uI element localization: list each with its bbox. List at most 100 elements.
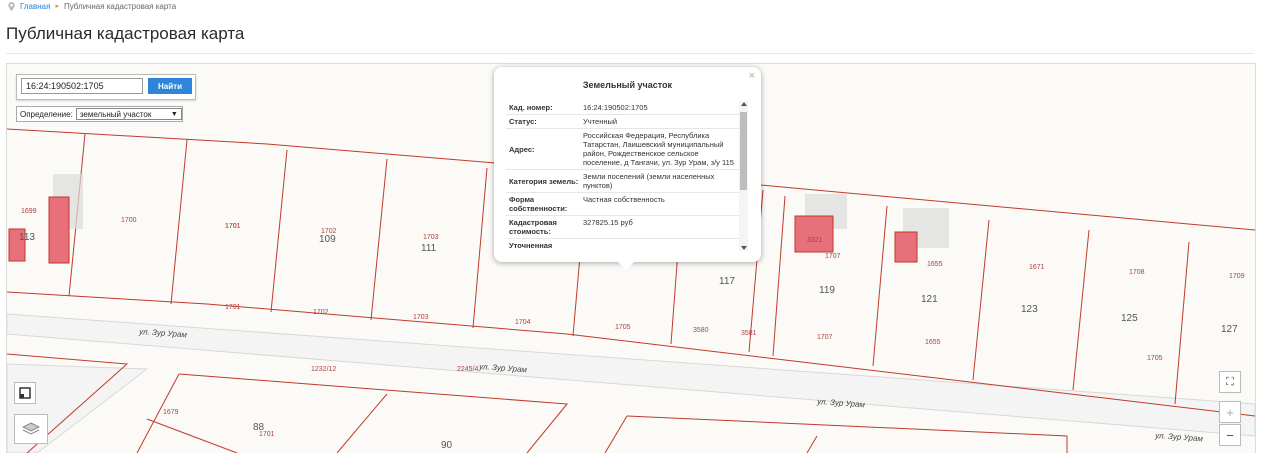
detail-key: Кад. номер: xyxy=(509,103,553,112)
house-number: 117 xyxy=(719,276,735,287)
detail-row: Форма собственности: Частная собственнос… xyxy=(506,193,748,216)
parcel-label: 1703 xyxy=(413,314,429,321)
parcel-label: 1707 xyxy=(817,334,833,341)
parcel-label: 1701 xyxy=(225,223,241,230)
parcel-label: 2245/4 xyxy=(457,366,479,373)
house-number: 127 xyxy=(1221,324,1238,335)
definition-row: Определение: земельный участок ▼ xyxy=(16,106,183,122)
building[interactable] xyxy=(894,231,918,263)
parcel-label: 1655 xyxy=(925,339,941,346)
detail-key: Адрес: xyxy=(509,144,535,154)
plus-icon: + xyxy=(1226,404,1234,420)
detail-value: Частная собственность xyxy=(583,195,665,204)
popup-pointer xyxy=(618,262,634,270)
scrollbar-thumb[interactable] xyxy=(740,112,747,190)
parcel-divider xyxy=(1072,229,1090,391)
popup-title: Земельный участок xyxy=(582,80,673,90)
breadcrumb-current: Публичная кадастровая карта xyxy=(63,1,177,11)
street-label: ул. Зур Урам xyxy=(1154,431,1204,443)
detail-row: Уточненная xyxy=(506,239,748,251)
house-number: 119 xyxy=(819,285,835,296)
parcel-label: 3580 xyxy=(693,327,709,334)
parcel-boundary xyxy=(626,415,1068,453)
popup-details[interactable]: Кад. номер: 16:24:190502:1705 Статус: Уч… xyxy=(506,101,748,251)
definition-label: Определение: xyxy=(20,109,73,119)
parcel-divider xyxy=(806,435,818,453)
detail-key: Статус: xyxy=(509,117,537,126)
detail-row: Статус: Учтенный xyxy=(506,115,748,129)
house-number: 111 xyxy=(421,243,437,254)
cadastral-number-input[interactable] xyxy=(21,78,143,94)
definition-select[interactable]: земельный участок ▼ xyxy=(75,108,182,120)
house-number: 90 xyxy=(441,440,453,451)
breadcrumb-home-link[interactable]: Главная xyxy=(20,2,50,11)
detail-value: 16:24:190502:1705 xyxy=(583,103,648,112)
search-panel: Найти xyxy=(16,74,196,100)
parcel-label: 1701 xyxy=(225,304,241,311)
parcel-label: 1699 xyxy=(21,208,37,215)
parcel-divider xyxy=(972,219,990,381)
breadcrumb: Главная ▸ Публичная кадастровая карта xyxy=(8,0,176,12)
detail-key: Категория земель: xyxy=(509,176,579,186)
detail-key: Форма собственности: xyxy=(509,195,568,213)
find-button[interactable]: Найти xyxy=(148,78,192,94)
detail-row: Кадастровая стоимость: 327825.15 руб xyxy=(506,216,748,239)
parcel-label: 1679 xyxy=(163,409,179,416)
parcel-label: 1655 xyxy=(927,261,943,268)
parcel-divider xyxy=(772,195,786,357)
parcel-label: 1703 xyxy=(423,234,439,241)
parcel-label: 3321 xyxy=(807,237,823,244)
title-divider xyxy=(6,53,1254,54)
parcel-label: 1705 xyxy=(1147,355,1163,362)
parcel-divider xyxy=(1174,241,1190,405)
house-number: 125 xyxy=(1121,313,1138,324)
detail-row: Адрес: Российская Федерация, Республика … xyxy=(506,129,748,170)
expand-icon: ⛶ xyxy=(1226,375,1234,388)
parcel-label: 1704 xyxy=(515,319,531,326)
parcel-info-popup: × Земельный участок Кад. номер: 16:24:19… xyxy=(494,67,761,270)
definition-selected: земельный участок xyxy=(79,109,152,119)
scroll-up-icon[interactable] xyxy=(741,102,747,106)
zoom-in-button[interactable]: + xyxy=(1219,401,1241,423)
scroll-down-icon[interactable] xyxy=(741,246,747,250)
parcel-label: 1708 xyxy=(1129,269,1145,276)
page-title: Публичная кадастровая карта xyxy=(6,24,245,43)
parcel-label: 1700 xyxy=(121,217,137,224)
breadcrumb-separator-icon: ▸ xyxy=(55,3,59,10)
house-number: 88 xyxy=(253,422,265,433)
draw-rectangle-button[interactable] xyxy=(14,382,36,404)
parcel-boundary xyxy=(178,373,568,453)
parcel-label: 1232/12 xyxy=(311,366,336,373)
zoom-out-button[interactable]: − xyxy=(1219,424,1241,446)
layers-icon xyxy=(22,422,40,435)
detail-value: Учтенный xyxy=(583,117,618,126)
house-number: 113 xyxy=(19,232,35,243)
detail-row: Кад. номер: 16:24:190502:1705 xyxy=(506,101,748,115)
detail-value: Земли поселений (земли населенных пункто… xyxy=(583,172,715,190)
detail-value: Российская Федерация, Республика Татарст… xyxy=(583,131,734,167)
house-number: 109 xyxy=(319,234,336,245)
detail-key: Уточненная xyxy=(509,241,553,250)
building[interactable] xyxy=(48,196,70,264)
parcel-divider xyxy=(472,167,488,329)
parcel-label: 3581 xyxy=(741,330,757,337)
detail-value xyxy=(581,239,740,251)
parcel-label: 1671 xyxy=(1029,264,1045,271)
parcel-divider xyxy=(270,149,288,313)
parcel-divider xyxy=(146,418,238,453)
parcel-divider xyxy=(872,205,888,367)
fullscreen-button[interactable]: ⛶ xyxy=(1219,371,1241,393)
parcel-label: 1707 xyxy=(825,253,841,260)
layers-button[interactable] xyxy=(14,414,48,444)
parcel-divider xyxy=(336,393,388,453)
house-number: 121 xyxy=(921,294,938,305)
parcel-label: 1702 xyxy=(313,309,329,316)
parcel-label: 1709 xyxy=(1229,273,1245,280)
detail-value: 327825.15 руб xyxy=(583,218,633,227)
building[interactable] xyxy=(794,215,834,253)
minus-icon: − xyxy=(1226,427,1234,443)
detail-key: Кадастровая стоимость: xyxy=(509,218,557,236)
popup-scrollbar[interactable] xyxy=(739,101,748,251)
parcel-label: 1705 xyxy=(615,324,631,331)
square-icon xyxy=(19,387,31,399)
